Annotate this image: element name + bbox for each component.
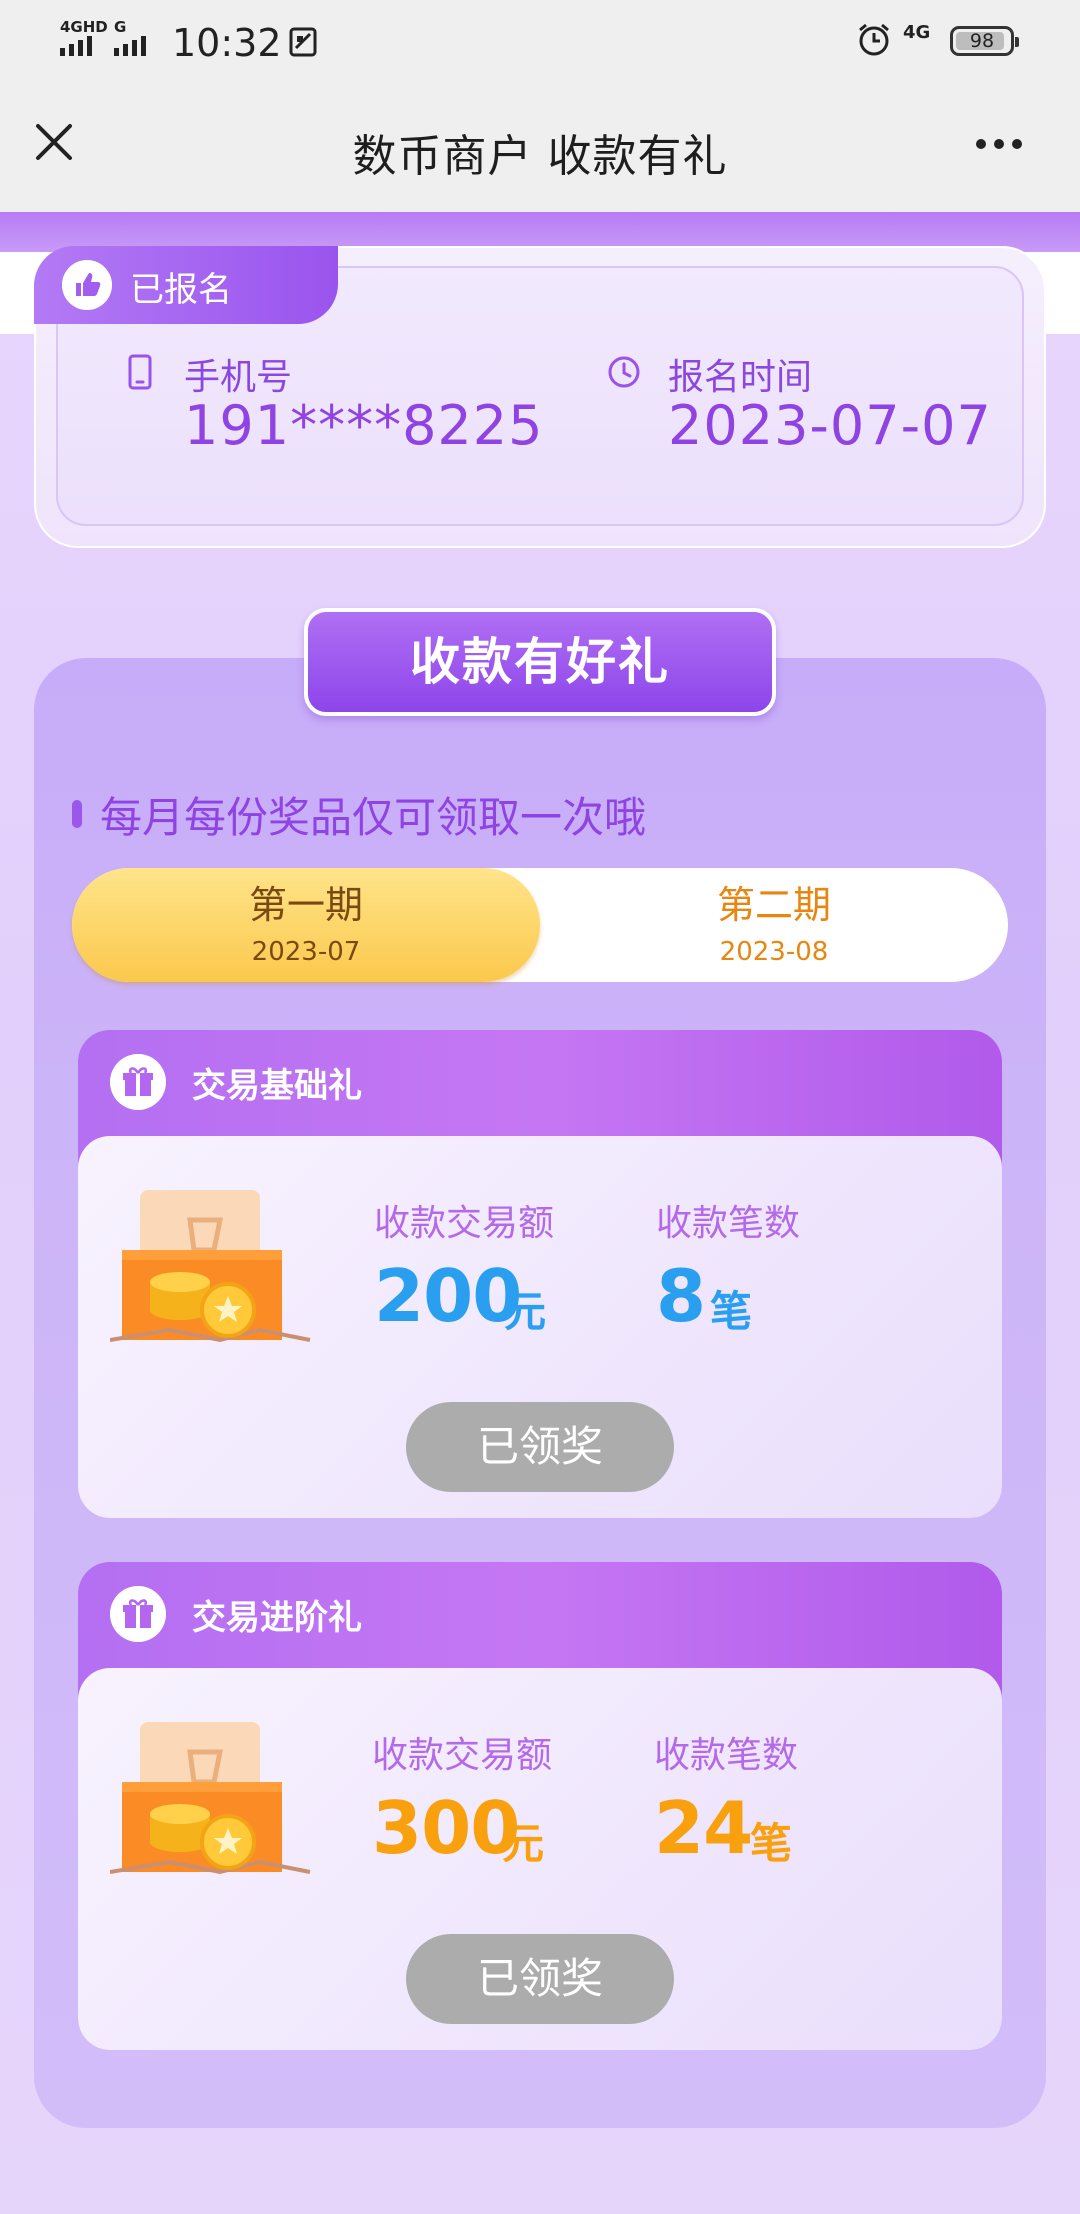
amount-label: 收款交易额: [372, 1735, 553, 1776]
signal-indicators: 4GHD G: [58, 20, 158, 58]
gift-title: 交易进阶礼: [192, 1598, 362, 1638]
claimed-button[interactable]: 已领奖: [406, 1934, 674, 2024]
count-value: 24: [654, 1786, 753, 1870]
status-bar: 4GHD G 10:32 4G 98: [0, 0, 1080, 86]
gift-body: 收款交易额 200 元 收款笔数 8 笔 已领奖: [78, 1136, 1002, 1518]
tab-period-2-name: 第二期: [716, 883, 831, 927]
amount-value: 300: [372, 1786, 520, 1870]
amount-value: 200: [374, 1254, 522, 1338]
gift-icon: [110, 1054, 166, 1110]
amount-label: 收款交易额: [374, 1203, 555, 1244]
claimed-button[interactable]: 已领奖: [406, 1402, 674, 1492]
thumbs-up-icon: [62, 260, 112, 310]
battery-icon: 98: [950, 26, 1019, 56]
phone-icon: [128, 354, 152, 390]
signal-strength-icon: 4GHD: [58, 20, 108, 58]
gift-body: 收款交易额 300 元 收款笔数 24 笔 已领奖: [78, 1668, 1002, 2050]
phone-label: 手机号: [184, 357, 293, 398]
tab-period-2[interactable]: 第二期 2023-08: [540, 868, 1008, 982]
time-label: 报名时间: [668, 357, 813, 398]
gift-title: 交易基础礼: [192, 1066, 362, 1106]
gift-icon: [110, 1586, 166, 1642]
status-time: 10:32: [172, 21, 282, 65]
tab-period-1-name: 第一期: [248, 883, 363, 927]
count-label: 收款笔数: [656, 1203, 801, 1244]
signal-1-label: 4GHD: [60, 18, 108, 36]
rewards-title-text: 收款有好礼: [410, 633, 670, 691]
notice-text: 每月每份奖品仅可领取一次哦: [100, 793, 647, 842]
count-unit: 笔: [750, 1819, 793, 1868]
alarm-icon: [859, 23, 889, 56]
count-unit: 笔: [710, 1287, 753, 1336]
tab-period-2-date: 2023-08: [719, 937, 829, 967]
sim-icon: [289, 27, 317, 57]
gift-card-basic: 交易基础礼 收款交易额 200 元 收款笔数 8 笔 已领奖: [78, 1030, 1002, 1518]
phone-value: 191****8225: [184, 394, 544, 457]
gift-card-advanced: 交易进阶礼 收款交易额 300 元 收款笔数 24 笔 已领奖: [78, 1562, 1002, 2050]
tab-period-1[interactable]: 第一期 2023-07: [72, 868, 540, 982]
count-label: 收款笔数: [654, 1735, 799, 1776]
rewards-title: 收款有好礼: [304, 608, 776, 716]
clock-icon: [608, 356, 640, 388]
registered-label: 已报名: [130, 270, 232, 310]
battery-level: 98: [969, 30, 995, 52]
signal-2-label: G: [114, 18, 127, 36]
network-label: 4G: [903, 22, 931, 43]
shopping-coins-illustration: [110, 1190, 311, 1343]
title-bar: 数币商户 收款有礼: [0, 86, 1080, 212]
notice-marker: [72, 800, 82, 828]
more-icon[interactable]: [976, 126, 1032, 162]
count-value: 8: [656, 1254, 706, 1338]
amount-unit: 元: [504, 1287, 547, 1336]
period-tabs: 第二期 2023-08 第一期 2023-07: [72, 868, 1008, 982]
amount-unit: 元: [502, 1819, 545, 1868]
registered-badge: 已报名: [34, 246, 338, 324]
tab-period-1-date: 2023-07: [251, 937, 361, 967]
page-title: 数币商户 收款有礼: [352, 131, 728, 182]
shopping-coins-illustration: [110, 1722, 311, 1875]
signal-strength-icon: G: [112, 20, 158, 58]
time-value: 2023-07-07: [668, 394, 992, 457]
